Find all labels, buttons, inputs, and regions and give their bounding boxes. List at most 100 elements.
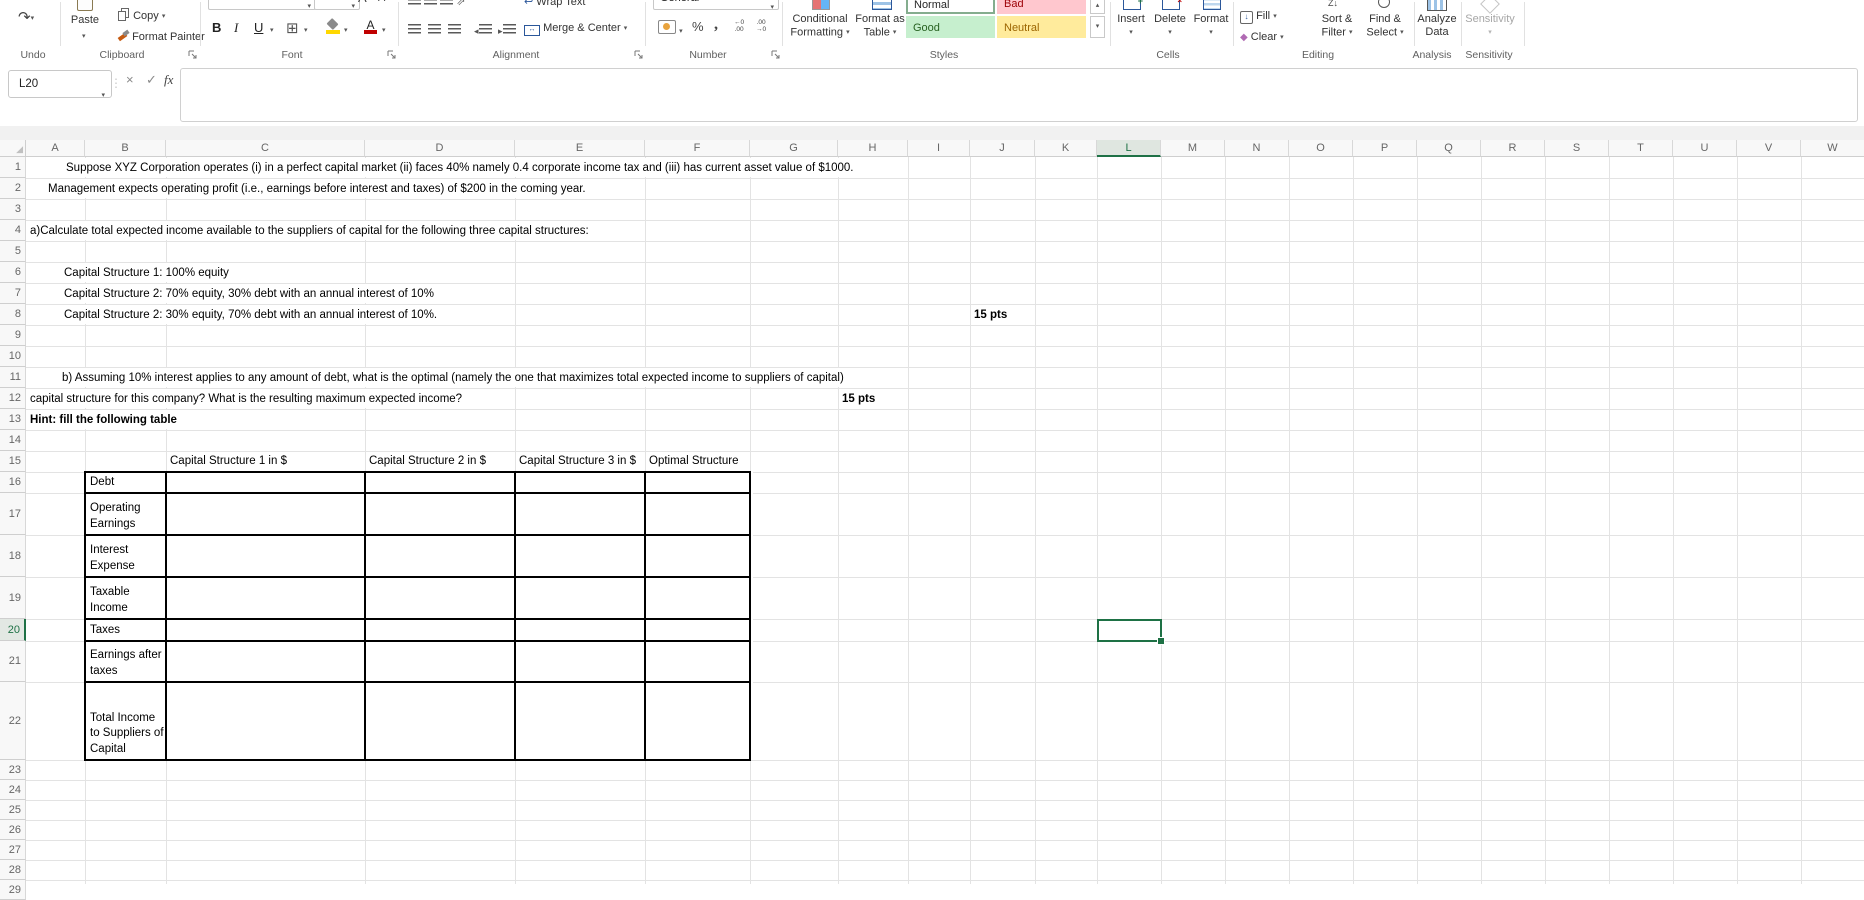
column-header-H[interactable]: H [838,140,908,157]
row-header-16[interactable]: 16 [0,472,26,493]
column-header-N[interactable]: N [1225,140,1289,157]
column-header-M[interactable]: M [1161,140,1225,157]
row-header-20[interactable]: 20 [0,619,26,641]
row-header-13[interactable]: 13 [0,409,26,430]
table-row-label-5[interactable]: Taxes [85,619,166,641]
cell-A6[interactable]: Capital Structure 1: 100% equity [64,263,232,282]
table-row-label-1[interactable]: Debt [85,472,166,493]
column-header-D[interactable]: D [365,140,515,157]
table-empty-cell[interactable] [647,643,751,680]
row-header-24[interactable]: 24 [0,780,26,800]
worksheet-grid[interactable]: ◢ A B C D E F G H I J K L M N O P Q R S T U V W 1 2 3 4 5 6 7 8 9 10 11 12 1… [0,0,1864,900]
table-row-label-3[interactable]: Interest Expense [85,535,166,577]
row-header-22[interactable]: 22 [0,682,26,760]
row-header-6[interactable]: 6 [0,262,26,283]
table-empty-cell[interactable] [168,495,366,533]
table-empty-cell[interactable] [168,621,366,639]
column-header-P[interactable]: P [1353,140,1417,157]
row-header-26[interactable]: 26 [0,820,26,840]
column-header-W[interactable]: W [1801,140,1864,157]
cell-A1[interactable]: Suppose XYZ Corporation operates (i) in … [66,158,857,177]
column-header-U[interactable]: U [1673,140,1737,157]
column-header-O[interactable]: O [1289,140,1353,157]
column-header-C[interactable]: C [166,140,365,157]
table-empty-cell[interactable] [517,474,646,491]
row-header-12[interactable]: 12 [0,388,26,409]
column-header-J[interactable]: J [970,140,1035,157]
table-empty-cell[interactable] [517,579,646,617]
table-empty-cell[interactable] [168,579,366,617]
column-header-F[interactable]: F [645,140,750,157]
table-empty-cell[interactable] [517,621,646,639]
table-empty-cell[interactable] [367,579,516,617]
cell-A12[interactable]: capital structure for this company? What… [30,389,466,408]
cell-H12[interactable]: 15 pts [842,389,879,408]
active-cell-L20[interactable] [1097,619,1162,642]
table-row-label-6[interactable]: Earnings after taxes [85,641,166,682]
table-empty-cell[interactable] [647,495,751,533]
row-header-5[interactable]: 5 [0,241,26,262]
column-header-I[interactable]: I [908,140,970,157]
row-header-3[interactable]: 3 [0,199,26,220]
column-header-A[interactable]: A [26,140,85,157]
table-empty-cell[interactable] [168,684,366,758]
table-empty-cell[interactable] [168,537,366,575]
row-header-14[interactable]: 14 [0,430,26,451]
table-row-label-4[interactable]: Taxable Income [85,577,166,619]
row-header-29[interactable]: 29 [0,880,26,900]
table-empty-cell[interactable] [168,643,366,680]
column-header-V[interactable]: V [1737,140,1801,157]
row-header-21[interactable]: 21 [0,641,26,682]
column-header-K[interactable]: K [1035,140,1097,157]
table-row-label-2[interactable]: Operating Earnings [85,493,166,535]
column-header-T[interactable]: T [1609,140,1673,157]
table-empty-cell[interactable] [647,621,751,639]
table-empty-cell[interactable] [647,684,751,758]
row-header-23[interactable]: 23 [0,760,26,780]
column-header-E[interactable]: E [515,140,645,157]
column-header-R[interactable]: R [1481,140,1545,157]
table-empty-cell[interactable] [517,643,646,680]
table-empty-cell[interactable] [367,537,516,575]
table-empty-cell[interactable] [517,537,646,575]
row-header-27[interactable]: 27 [0,840,26,860]
cell-A8[interactable]: Capital Structure 2: 30% equity, 70% deb… [64,305,441,324]
row-header-18[interactable]: 18 [0,535,26,577]
column-header-Q[interactable]: Q [1417,140,1481,157]
column-header-S[interactable]: S [1545,140,1609,157]
row-header-4[interactable]: 4 [0,220,26,241]
table-empty-cell[interactable] [367,643,516,680]
column-header-L[interactable]: L [1097,140,1161,157]
table-empty-cell[interactable] [647,474,751,491]
fill-handle[interactable] [1157,637,1165,645]
table-empty-cell[interactable] [367,621,516,639]
row-header-25[interactable]: 25 [0,800,26,820]
cell-A11[interactable]: b) Assuming 10% interest applies to any … [62,368,847,387]
row-header-8[interactable]: 8 [0,304,26,325]
row-header-2[interactable]: 2 [0,178,26,199]
table-empty-cell[interactable] [517,684,646,758]
table-empty-cell[interactable] [647,579,751,617]
table-empty-cell[interactable] [517,495,646,533]
row-header-11[interactable]: 11 [0,367,26,388]
row-header-17[interactable]: 17 [0,493,26,535]
table-row-label-7[interactable]: Total Income to Suppliers of Capital [85,682,166,760]
row-header-28[interactable]: 28 [0,860,26,880]
table-empty-cell[interactable] [647,537,751,575]
column-header-G[interactable]: G [750,140,838,157]
row-header-15[interactable]: 15 [0,451,26,472]
row-header-10[interactable]: 10 [0,346,26,367]
row-header-1[interactable]: 1 [0,157,26,178]
row-header-9[interactable]: 9 [0,325,26,346]
table-empty-cell[interactable] [367,684,516,758]
column-header-B[interactable]: B [85,140,166,157]
cell-A13[interactable]: Hint: fill the following table [30,410,180,429]
table-empty-cell[interactable] [168,474,366,491]
cell-A2[interactable]: Management expects operating profit (i.e… [48,179,589,198]
table-empty-cell[interactable] [367,495,516,533]
table-empty-cell[interactable] [367,474,516,491]
row-header-19[interactable]: 19 [0,577,26,619]
cell-A4[interactable]: a)Calculate total expected income availa… [30,221,592,240]
row-header-7[interactable]: 7 [0,283,26,304]
cell-A7[interactable]: Capital Structure 2: 70% equity, 30% deb… [64,284,437,303]
